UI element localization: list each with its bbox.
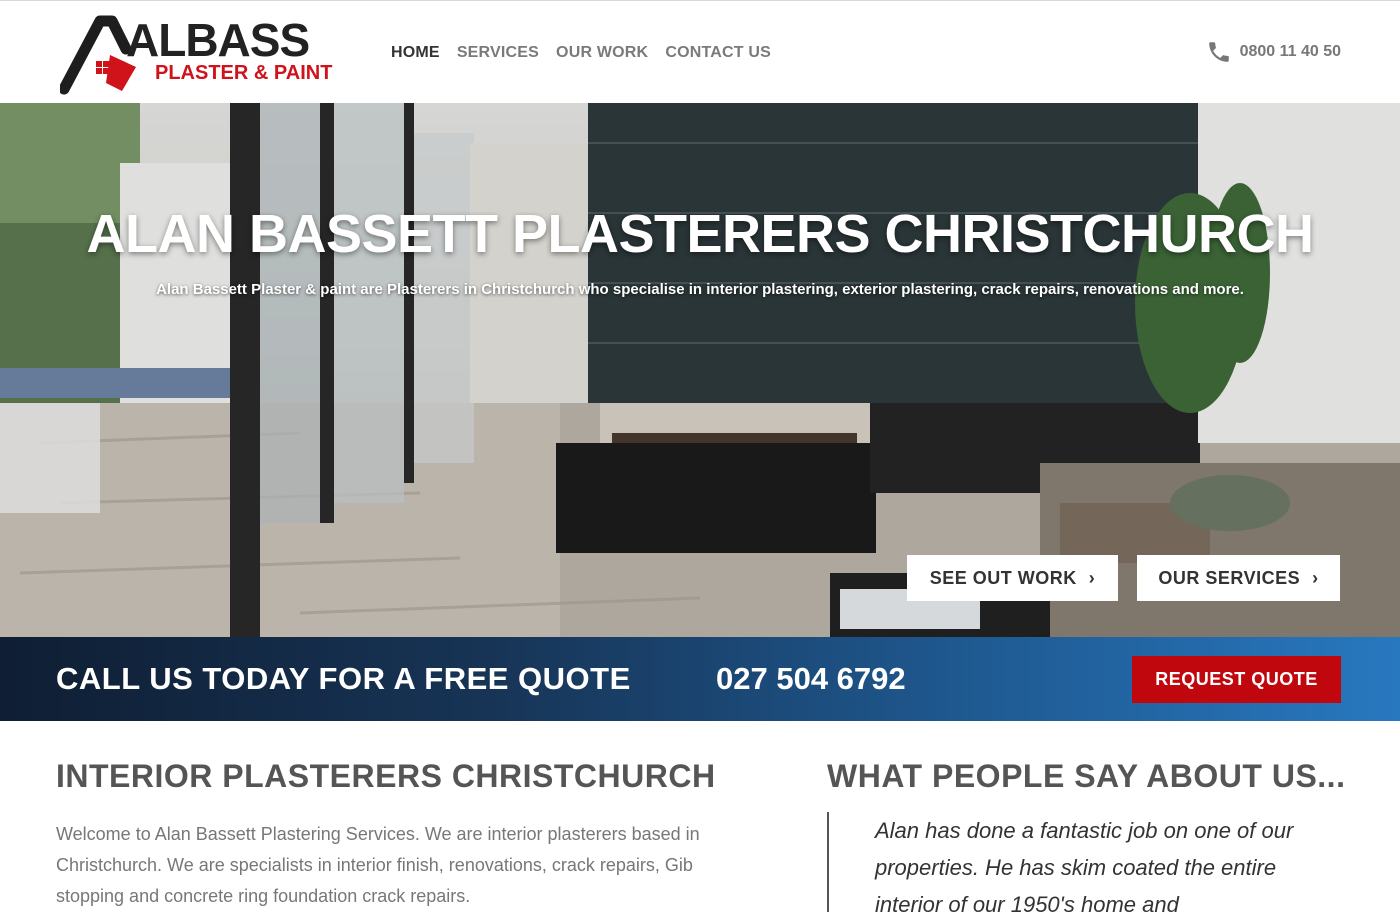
logo[interactable]: ALBASS PLASTER & PAINT <box>60 14 345 97</box>
intro-section: INTERIOR PLASTERERS CHRISTCHURCH Welcome… <box>56 758 756 912</box>
intro-heading: INTERIOR PLASTERERS CHRISTCHURCH <box>56 758 716 794</box>
request-quote-button[interactable]: REQUEST QUOTE <box>1132 656 1341 703</box>
testimonials-heading: WHAT PEOPLE SAY ABOUT US... <box>827 758 1346 794</box>
hero-banner: ALAN BASSETT PLASTERERS CHRISTCHURCH Ala… <box>0 103 1400 637</box>
logo-wordmark: ALBASS <box>126 14 310 66</box>
nav-home[interactable]: HOME <box>391 44 440 62</box>
see-our-work-button[interactable]: SEE OUT WORK › <box>907 555 1118 601</box>
hero-title: ALAN BASSETT PLASTERERS CHRISTCHURCH <box>86 204 1314 264</box>
see-our-work-label: SEE OUT WORK <box>929 567 1077 588</box>
hero-subtitle: Alan Bassett Plaster & paint are Plaster… <box>156 281 1244 298</box>
testimonials-section: WHAT PEOPLE SAY ABOUT US... Alan has don… <box>827 758 1367 912</box>
nav-our-work[interactable]: OUR WORK <box>556 44 648 62</box>
call-to-action-band: CALL US TODAY FOR A FREE QUOTE 027 504 6… <box>0 637 1400 721</box>
logo-tagline: PLASTER & PAINT <box>155 62 333 84</box>
chevron-right-icon: › <box>1312 567 1319 588</box>
our-services-label: OUR SERVICES <box>1158 567 1301 588</box>
nav-contact-us[interactable]: CONTACT US <box>665 44 771 62</box>
nav-services[interactable]: SERVICES <box>457 44 539 62</box>
our-services-button[interactable]: OUR SERVICES › <box>1137 555 1340 601</box>
call-band-phone[interactable]: 027 504 6792 <box>716 661 906 697</box>
main-nav: HOME SERVICES OUR WORK CONTACT US <box>391 44 771 62</box>
call-band-text: CALL US TODAY FOR A FREE QUOTE <box>56 661 631 696</box>
site-header: ALBASS PLASTER & PAINT HOME SERVICES OUR… <box>0 0 1400 103</box>
header-phone[interactable]: 0800 11 40 50 <box>1206 39 1341 65</box>
testimonial-quote: Alan has done a fantastic job on one of … <box>827 812 1347 912</box>
chevron-right-icon: › <box>1088 567 1096 588</box>
header-phone-number: 0800 11 40 50 <box>1239 43 1341 60</box>
intro-body: Welcome to Alan Bassett Plastering Servi… <box>56 824 700 906</box>
phone-icon <box>1208 42 1229 62</box>
